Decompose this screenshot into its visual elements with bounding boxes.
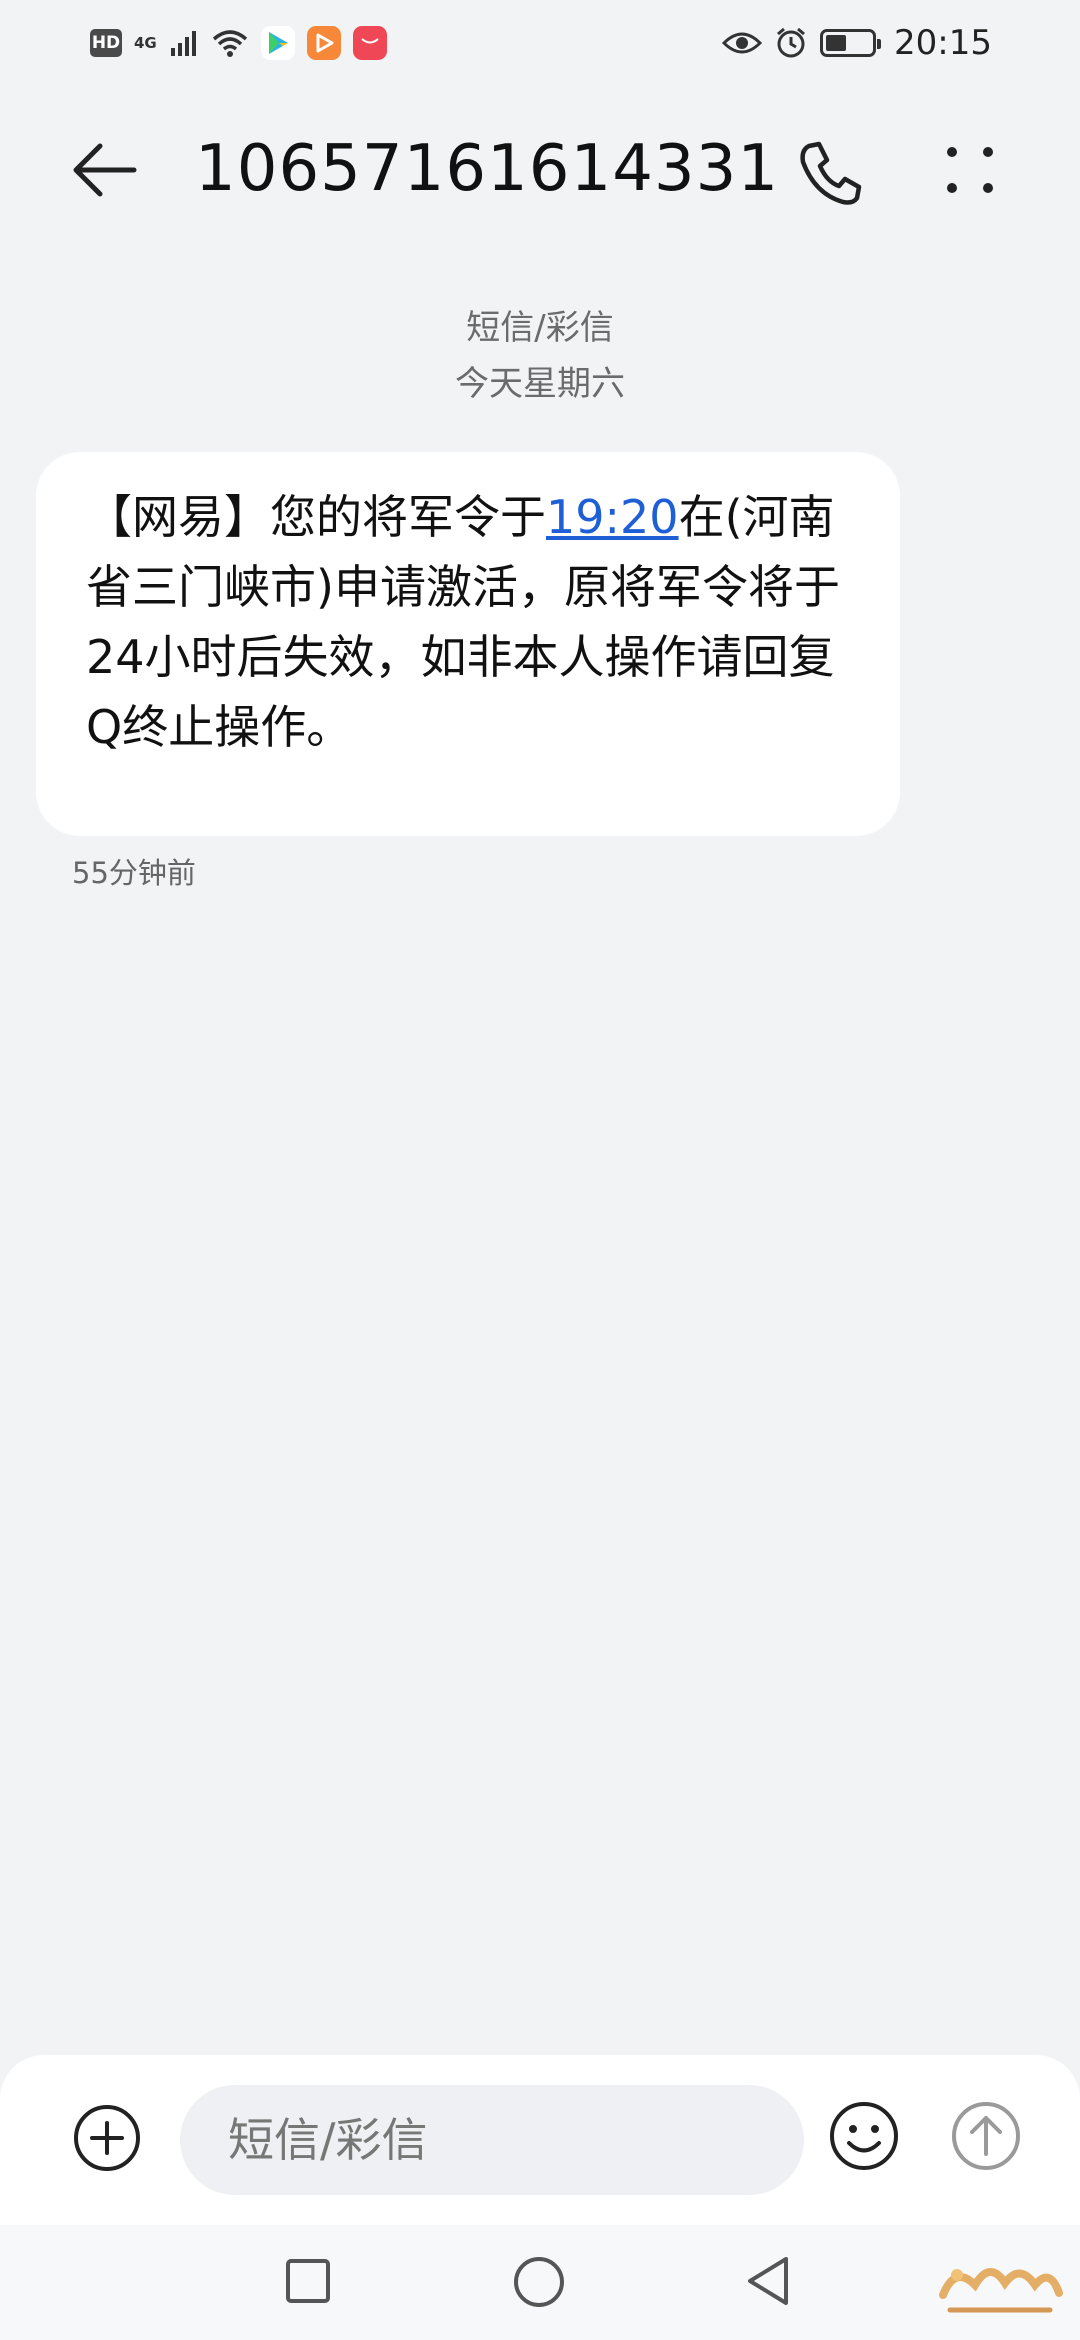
alarm-icon — [777, 27, 805, 58]
back-button[interactable] — [70, 140, 140, 200]
message-text-part: 【网易】您的将军令于 — [86, 490, 546, 544]
message-type-label: 短信/彩信 — [466, 308, 614, 348]
system-navigation-bar — [0, 2225, 1080, 2340]
send-button[interactable] — [950, 2100, 1022, 2172]
phone-icon — [800, 141, 862, 205]
call-button[interactable] — [795, 138, 865, 208]
message-bubble[interactable]: 【网易】您的将军令于19:20在(河南省三门峡市)申请激活，原将军令将于24小时… — [36, 452, 900, 836]
add-attachment-button[interactable] — [72, 2103, 142, 2173]
message-timestamp: 55分钟前 — [72, 856, 196, 890]
wifi-icon — [212, 30, 247, 57]
battery-fill — [826, 35, 846, 51]
nav-back-button[interactable] — [744, 2253, 792, 2309]
hd-badge: HD — [90, 29, 122, 57]
emoji-button[interactable] — [828, 2100, 900, 2172]
date-label: 今天星期六 — [455, 364, 625, 404]
status-time: 20:15 — [894, 23, 992, 63]
battery-icon — [820, 29, 882, 57]
smiley-icon — [830, 2102, 898, 2170]
circle-icon — [514, 2257, 564, 2307]
status-left: HD 4G — [90, 26, 387, 60]
recent-apps-button[interactable] — [284, 2257, 332, 2305]
more-dots-icon — [947, 147, 993, 193]
huawei-app-icon — [352, 26, 387, 60]
status-bar: HD 4G 20:15 — [0, 0, 1080, 86]
eye-icon — [722, 32, 763, 54]
arrow-up-circle-icon — [952, 2102, 1020, 2170]
time-link[interactable]: 19:20 — [546, 490, 679, 544]
watermark-logo-icon — [939, 2268, 1063, 2313]
home-button[interactable] — [512, 2255, 566, 2309]
message-input[interactable] — [228, 2113, 804, 2167]
square-icon — [286, 2259, 330, 2303]
messaging-screen: HD 4G 20:15 10657161614331 短信/彩信 今天星期六 【… — [0, 0, 1080, 2340]
arrow-left-icon — [73, 143, 137, 197]
more-options-button[interactable] — [940, 140, 1000, 200]
status-right: 20:15 — [722, 23, 992, 63]
plus-circle-icon — [74, 2105, 140, 2171]
message-input-container[interactable] — [180, 2085, 804, 2195]
triangle-back-icon — [748, 2257, 788, 2305]
contact-number: 10657161614331 — [195, 132, 780, 206]
composer-bar — [0, 2055, 1080, 2225]
watermark-logo — [930, 2250, 1070, 2330]
video-app-icon — [306, 26, 341, 60]
network-type-label: 4G — [134, 33, 157, 52]
play-store-icon — [260, 26, 295, 60]
conversation-header: 10657161614331 — [0, 110, 1080, 230]
signal-icon — [170, 31, 196, 56]
thread-meta: 短信/彩信 今天星期六 — [0, 300, 1080, 412]
